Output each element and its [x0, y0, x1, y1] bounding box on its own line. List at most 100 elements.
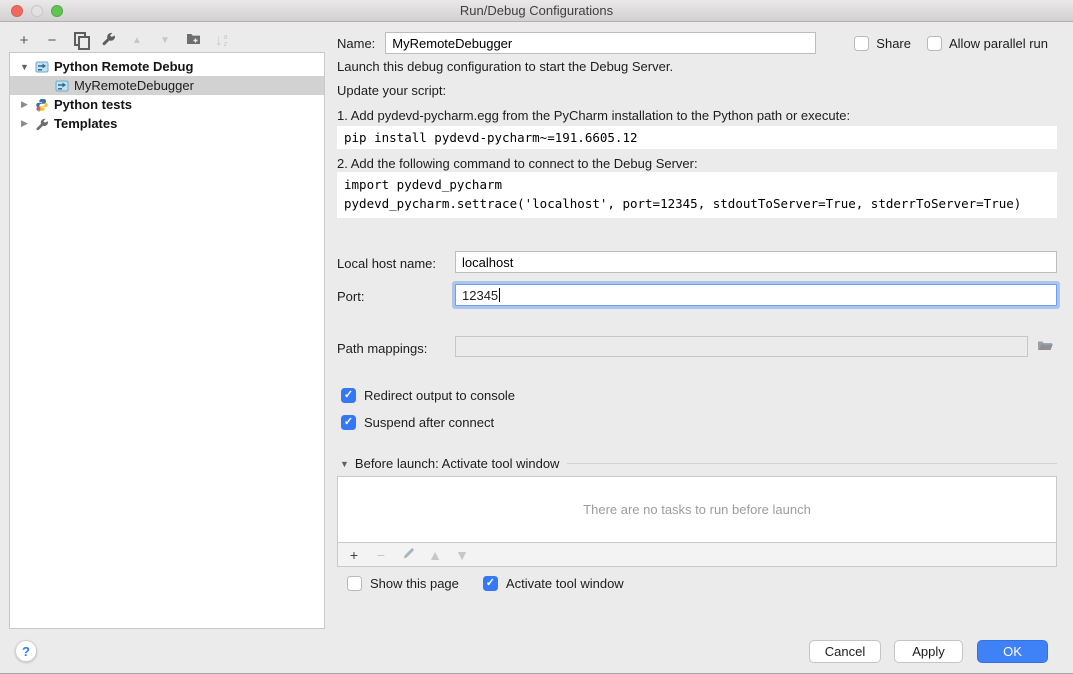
- sort-az-icon: ↓ az: [215, 32, 229, 50]
- before-launch-toolbar: + − ▲ ▼: [337, 543, 1057, 567]
- path-mappings-input[interactable]: [455, 336, 1028, 357]
- settrace-code-block[interactable]: import pydevd_pycharm pydevd_pycharm.set…: [337, 172, 1057, 218]
- open-folder-icon: [1037, 339, 1054, 353]
- suspend-after-connect-label: Suspend after connect: [364, 415, 494, 430]
- activate-tool-window-checkbox[interactable]: ✓: [483, 576, 498, 591]
- no-tasks-text: There are no tasks to run before launch: [583, 502, 811, 517]
- intro-text: Launch this debug configuration to start…: [337, 59, 673, 74]
- port-value: 12345: [462, 288, 498, 303]
- local-host-name-input[interactable]: [455, 251, 1057, 273]
- cancel-button[interactable]: Cancel: [809, 640, 881, 663]
- tree-item-label: Python Remote Debug: [54, 59, 193, 74]
- suspend-after-connect-checkbox[interactable]: ✓: [341, 415, 356, 430]
- remove-configuration-button[interactable]: −: [45, 32, 59, 50]
- configurations-tree: ▼ Python Remote Debug MyRemoteDebugger ▶…: [9, 52, 325, 629]
- redirect-output-checkbox[interactable]: ✓: [341, 388, 356, 403]
- code-line-1: import pydevd_pycharm: [344, 175, 1057, 194]
- minus-icon: −: [48, 32, 57, 49]
- remote-debug-icon: [34, 59, 49, 74]
- redirect-output-row[interactable]: ✓ Redirect output to console: [341, 388, 515, 403]
- question-mark-icon: ?: [22, 644, 30, 659]
- sort-configurations-button[interactable]: ↓ az: [215, 32, 229, 50]
- add-configuration-button[interactable]: +: [17, 32, 31, 50]
- step1-text: 1. Add pydevd-pycharm.egg from the PyCha…: [337, 108, 850, 123]
- show-this-page-checkbox[interactable]: [347, 576, 362, 591]
- code-line-2: pydevd_pycharm.settrace('localhost', por…: [344, 194, 1057, 213]
- before-launch-title: Before launch: Activate tool window: [355, 456, 560, 471]
- wrench-icon: [101, 31, 116, 46]
- section-collapse-icon[interactable]: ▼: [340, 459, 349, 469]
- edit-task-button[interactable]: [401, 546, 415, 564]
- show-this-page-label: Show this page: [370, 576, 459, 591]
- move-task-up-button[interactable]: ▲: [428, 546, 442, 564]
- share-label: Share: [876, 36, 911, 51]
- traffic-lights: [11, 5, 63, 17]
- check-icon: ✓: [344, 388, 353, 403]
- remote-debug-icon: [54, 78, 69, 93]
- ok-button[interactable]: OK: [977, 640, 1048, 663]
- check-icon: ✓: [344, 415, 353, 430]
- plus-icon: +: [350, 547, 358, 563]
- tree-item-label: Templates: [54, 116, 117, 131]
- section-divider: [567, 463, 1057, 464]
- collapse-arrow-icon[interactable]: ▶: [19, 118, 30, 129]
- move-down-button[interactable]: ▼: [158, 32, 172, 50]
- name-input[interactable]: [385, 32, 816, 54]
- port-input-focused[interactable]: 12345: [455, 284, 1057, 306]
- page-options-row: Show this page ✓ Activate tool window: [347, 576, 624, 591]
- remove-task-button[interactable]: −: [374, 546, 388, 564]
- name-label: Name:: [337, 36, 375, 51]
- share-checkbox-group[interactable]: Share: [854, 36, 911, 51]
- path-mappings-label: Path mappings:: [337, 341, 427, 356]
- redirect-output-label: Redirect output to console: [364, 388, 515, 403]
- before-launch-header[interactable]: ▼ Before launch: Activate tool window: [340, 456, 1057, 471]
- local-host-name-label: Local host name:: [337, 256, 436, 271]
- pip-command-code[interactable]: pip install pydevd-pycharm~=191.6605.12: [337, 126, 1057, 149]
- tree-item-label: Python tests: [54, 97, 132, 112]
- window-title: Run/Debug Configurations: [460, 3, 613, 18]
- before-launch-task-list[interactable]: There are no tasks to run before launch: [337, 476, 1057, 543]
- copy-configuration-button[interactable]: [73, 32, 87, 51]
- check-icon: ✓: [486, 576, 495, 591]
- run-debug-configurations-dialog: Run/Debug Configurations + − ▲ ▼ ↓ az ▼ …: [0, 0, 1073, 674]
- suspend-after-connect-row[interactable]: ✓ Suspend after connect: [341, 415, 494, 430]
- tree-item-label: MyRemoteDebugger: [74, 78, 194, 93]
- up-arrow-icon: ▲: [132, 35, 142, 46]
- configurations-toolbar: + − ▲ ▼ ↓ az: [17, 31, 229, 51]
- tree-item-templates[interactable]: ▶ Templates: [10, 114, 324, 133]
- step2-text: 2. Add the following command to connect …: [337, 156, 698, 171]
- help-button[interactable]: ?: [15, 640, 37, 662]
- edit-templates-button[interactable]: [101, 31, 116, 51]
- add-task-button[interactable]: +: [347, 546, 361, 564]
- minimize-window-button: [31, 5, 43, 17]
- expand-arrow-icon[interactable]: ▼: [19, 62, 30, 72]
- down-arrow-icon: ▼: [455, 547, 469, 563]
- move-up-button[interactable]: ▲: [130, 32, 144, 50]
- create-folder-button[interactable]: [186, 32, 201, 50]
- maximize-window-button[interactable]: [51, 5, 63, 17]
- browse-path-mappings-button[interactable]: [1035, 337, 1055, 355]
- activate-tool-window-label: Activate tool window: [506, 576, 624, 591]
- text-caret: [499, 288, 500, 302]
- allow-parallel-run-checkbox[interactable]: [927, 36, 942, 51]
- allow-parallel-run-checkbox-group[interactable]: Allow parallel run: [927, 36, 1048, 51]
- share-checkbox[interactable]: [854, 36, 869, 51]
- move-task-down-button[interactable]: ▼: [455, 546, 469, 564]
- tree-item-python-tests[interactable]: ▶ Python tests: [10, 95, 324, 114]
- plus-icon: +: [20, 32, 29, 49]
- tree-item-myremotedebugger-selected[interactable]: MyRemoteDebugger: [10, 76, 324, 95]
- wrench-icon: [34, 116, 49, 131]
- apply-button[interactable]: Apply: [894, 640, 963, 663]
- title-bar: Run/Debug Configurations: [0, 0, 1073, 22]
- copy-icon: [74, 32, 87, 46]
- allow-parallel-run-label: Allow parallel run: [949, 36, 1048, 51]
- port-label: Port:: [337, 289, 364, 304]
- update-script-text: Update your script:: [337, 83, 446, 98]
- up-arrow-icon: ▲: [428, 547, 442, 563]
- tree-item-python-remote-debug[interactable]: ▼ Python Remote Debug: [10, 57, 324, 76]
- close-window-button[interactable]: [11, 5, 23, 17]
- name-row: Name: Share Allow parallel run: [337, 31, 1063, 55]
- pencil-icon: [402, 547, 415, 560]
- down-arrow-icon: ▼: [160, 35, 170, 46]
- collapse-arrow-icon[interactable]: ▶: [19, 99, 30, 110]
